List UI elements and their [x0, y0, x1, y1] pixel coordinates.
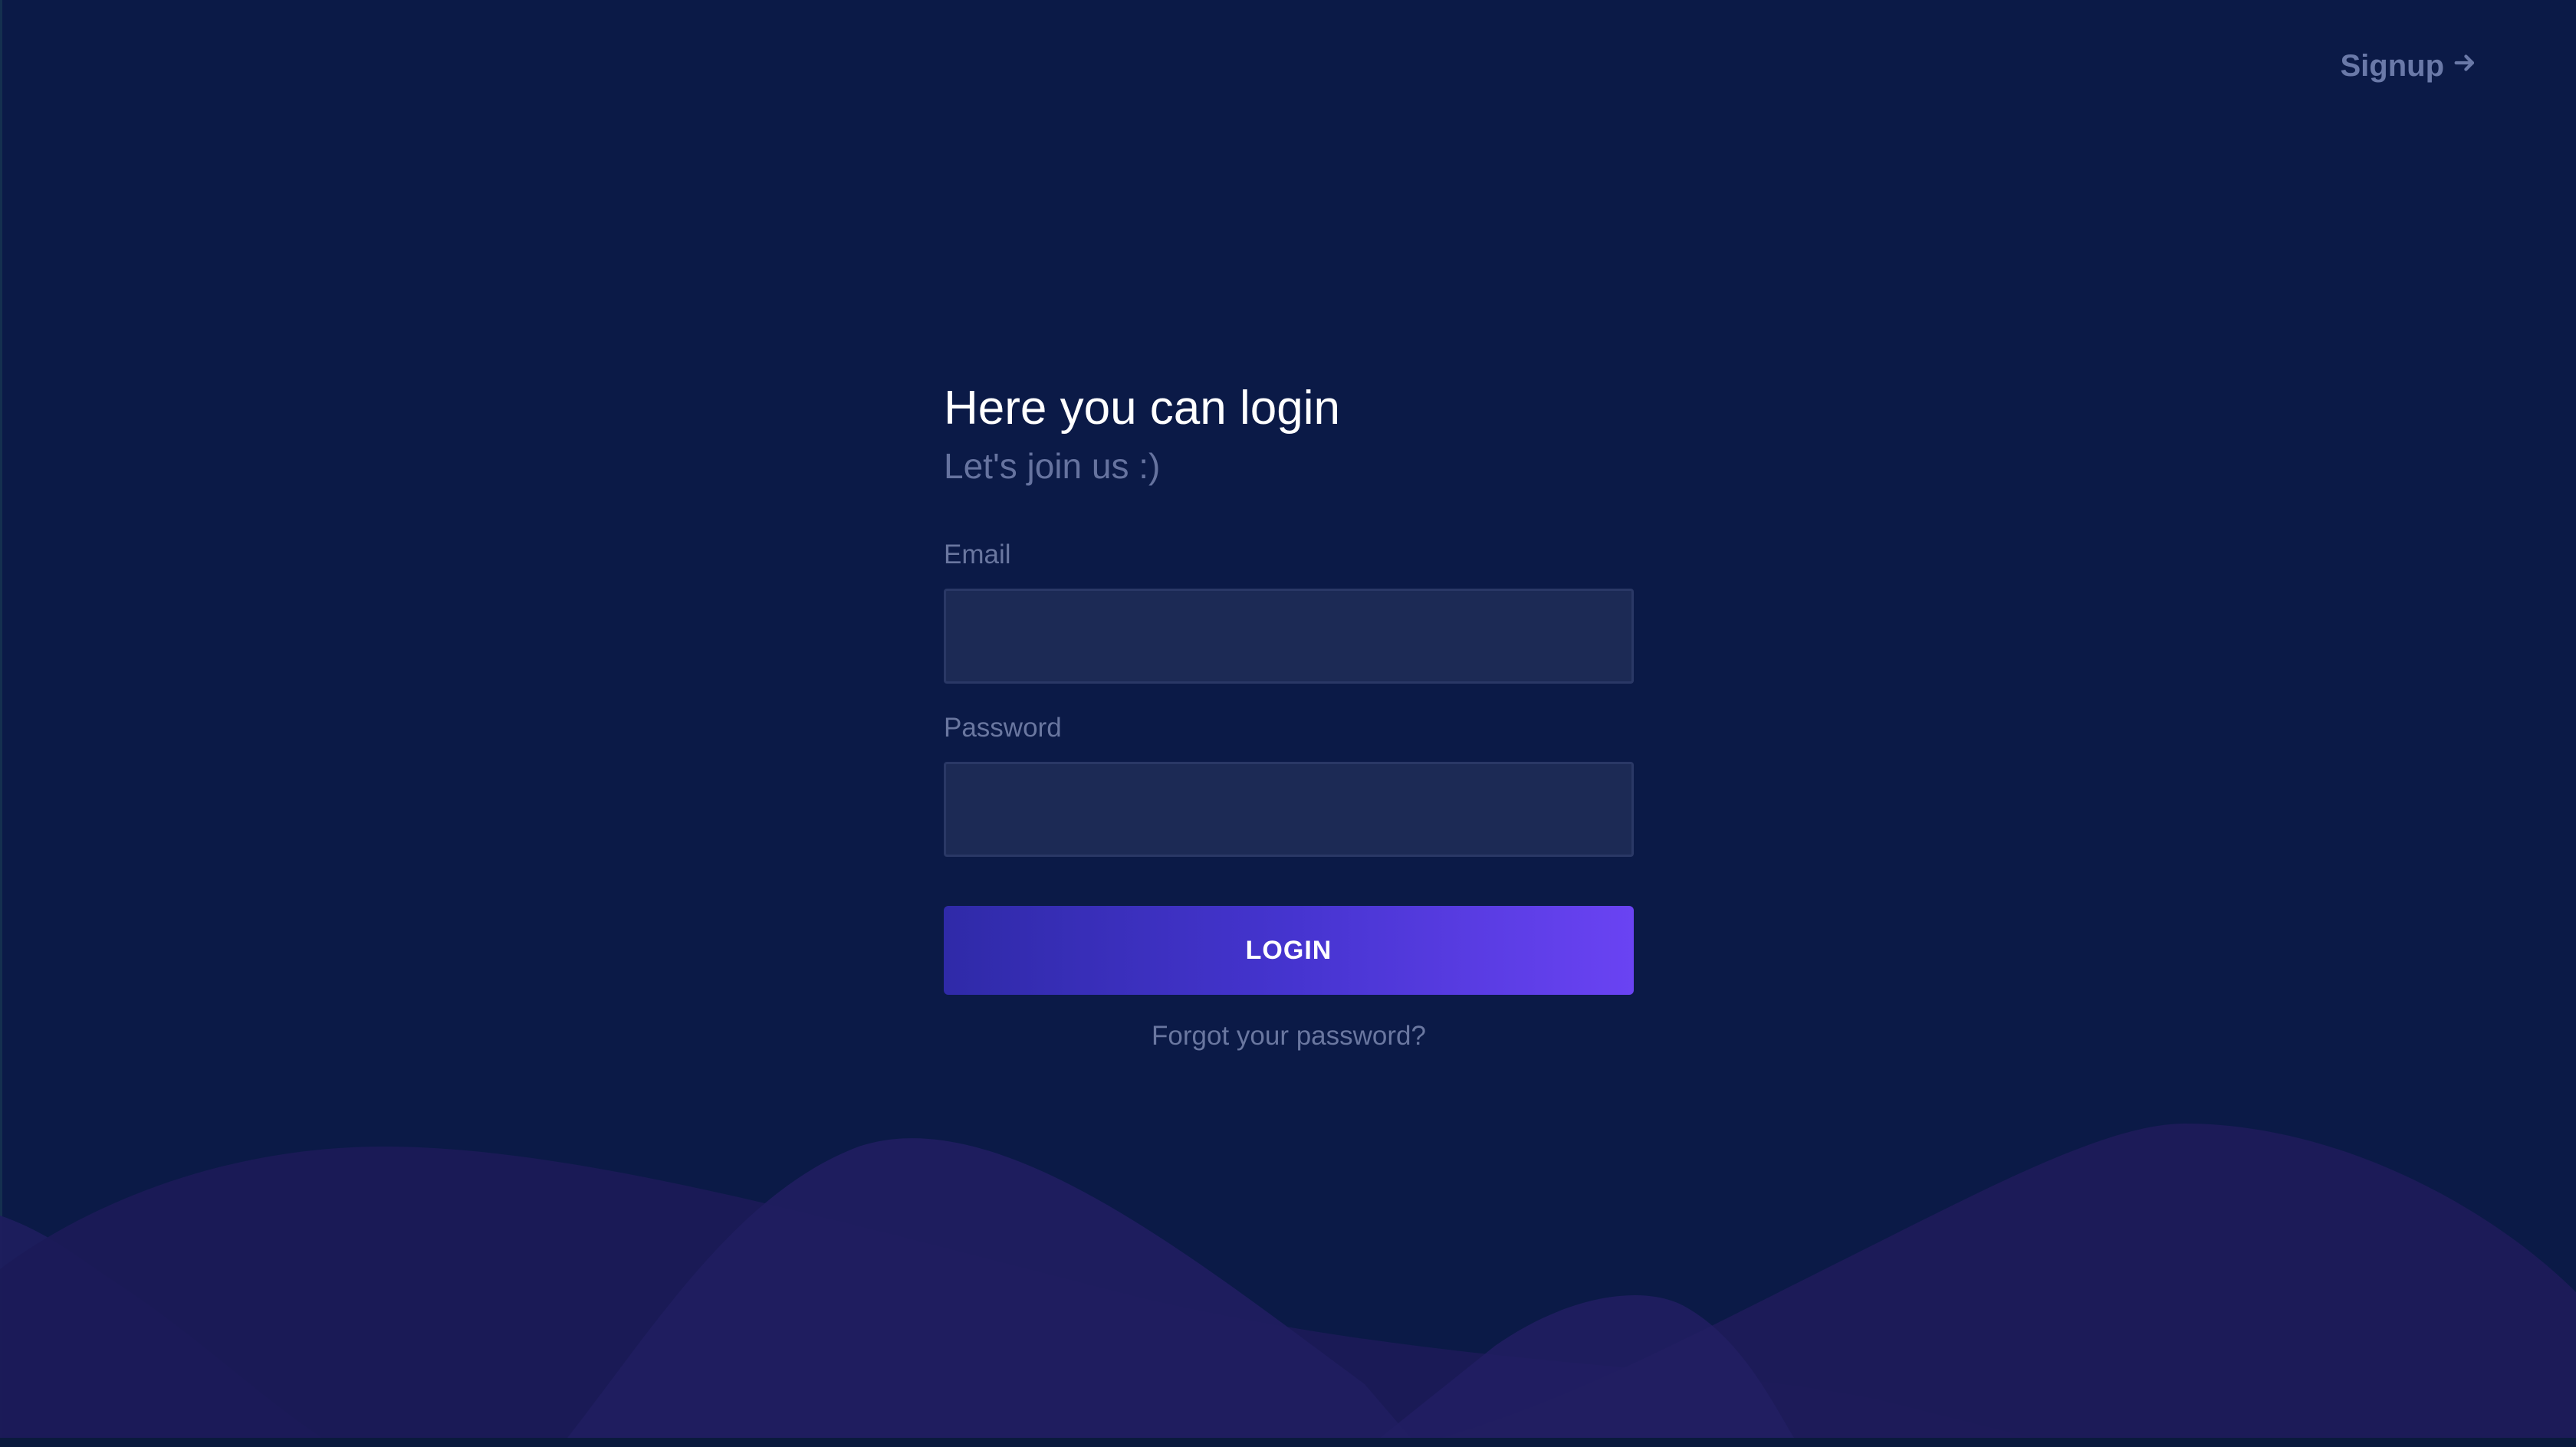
login-page: Signup Here you can login Let's join us …	[0, 0, 2576, 1447]
page-subtitle: Let's join us :)	[944, 446, 1161, 486]
signup-link[interactable]: Signup	[2340, 49, 2478, 84]
login-form: Here you can login Let's join us :) Emai…	[944, 376, 1634, 1052]
signup-label: Signup	[2340, 49, 2444, 83]
forgot-password-link[interactable]: Forgot your password?	[944, 1021, 1634, 1052]
page-title: Here you can login	[944, 382, 1340, 435]
bottom-strip	[0, 1438, 2576, 1447]
wave-hill-middle	[567, 1138, 1411, 1438]
password-field[interactable]	[944, 762, 1634, 857]
arrow-right-icon	[2452, 49, 2478, 84]
email-field[interactable]	[944, 589, 1634, 684]
password-label: Password	[944, 713, 1062, 743]
email-label: Email	[944, 540, 1011, 569]
login-button[interactable]: LOGIN	[944, 906, 1634, 995]
decorative-waves	[0, 1124, 2576, 1438]
